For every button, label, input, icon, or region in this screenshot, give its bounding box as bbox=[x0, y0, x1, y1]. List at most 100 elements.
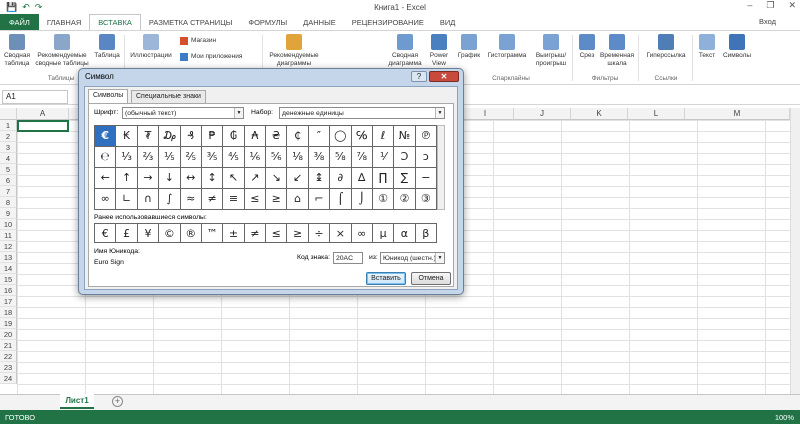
symbol-cell[interactable]: ↘ bbox=[266, 168, 288, 189]
symbol-cell[interactable]: ↕ bbox=[201, 168, 224, 189]
symbol-cell[interactable]: ⅚ bbox=[266, 147, 288, 168]
symbol-cell[interactable]: ⅝ bbox=[330, 147, 352, 168]
symbol-cell[interactable]: ≠ bbox=[201, 189, 224, 210]
timeline-button[interactable]: Временная шкала bbox=[600, 34, 634, 67]
from-select[interactable]: Юникод (шестн.) ▼ bbox=[380, 252, 445, 264]
symbol-cell[interactable]: € bbox=[95, 126, 117, 147]
row-header[interactable]: 13 bbox=[0, 252, 17, 263]
symbol-cell[interactable]: ↓ bbox=[159, 168, 181, 189]
symbol-cell[interactable]: ◯ bbox=[330, 126, 352, 147]
symbol-cell[interactable]: ″ bbox=[308, 126, 331, 147]
row-header[interactable]: 16 bbox=[0, 285, 17, 296]
symbol-cell[interactable]: ℗ bbox=[415, 126, 437, 147]
recent-symbol-cell[interactable]: © bbox=[159, 224, 181, 243]
symbol-cell[interactable]: ⅕ bbox=[159, 147, 181, 168]
symbol-cell[interactable]: ② bbox=[394, 189, 416, 210]
column-header[interactable]: K bbox=[571, 108, 628, 120]
row-header[interactable]: 7 bbox=[0, 186, 17, 197]
sparkline-line-button[interactable]: График bbox=[456, 34, 482, 60]
symbol-cell[interactable]: ⌡ bbox=[351, 189, 373, 210]
symbol-cell[interactable]: ↔ bbox=[180, 168, 202, 189]
symbol-cell[interactable]: ↨ bbox=[308, 168, 331, 189]
row-header[interactable]: 2 bbox=[0, 131, 17, 142]
recent-symbol-cell[interactable]: ≠ bbox=[244, 224, 266, 243]
column-header[interactable]: I bbox=[457, 108, 514, 120]
symbol-cell[interactable]: ⅞ bbox=[351, 147, 373, 168]
dialog-help-button[interactable]: ? bbox=[411, 71, 427, 82]
recent-symbol-cell[interactable]: ® bbox=[180, 224, 202, 243]
symbol-cell[interactable]: Ↄ bbox=[394, 147, 416, 168]
row-header[interactable]: 5 bbox=[0, 164, 17, 175]
my-apps-button[interactable]: Мои приложения bbox=[180, 53, 242, 61]
tab-page-layout[interactable]: РАЗМЕТКА СТРАНИЦЫ bbox=[141, 14, 240, 30]
symbol-cell[interactable]: ℮ bbox=[95, 147, 117, 168]
tab-file[interactable]: ФАЙЛ bbox=[0, 14, 39, 30]
row-header[interactable]: 23 bbox=[0, 362, 17, 373]
tab-formulas[interactable]: ФОРМУЛЫ bbox=[240, 14, 295, 30]
store-button[interactable]: Магазин bbox=[180, 37, 216, 45]
minimize-button[interactable]: – bbox=[747, 0, 752, 11]
restore-button[interactable]: ❐ bbox=[766, 0, 774, 11]
symbol-cell[interactable]: ∂ bbox=[330, 168, 352, 189]
column-header[interactable]: J bbox=[514, 108, 571, 120]
symbol-cell[interactable]: ⅓ bbox=[116, 147, 138, 168]
zoom-level[interactable]: 100% bbox=[775, 413, 794, 422]
row-header[interactable]: 19 bbox=[0, 318, 17, 329]
recent-symbol-cell[interactable]: × bbox=[330, 224, 352, 243]
pivot-chart-button[interactable]: Сводная диаграмма bbox=[388, 34, 422, 67]
symbol-cell[interactable]: ① bbox=[372, 189, 395, 210]
symbol-cell[interactable]: ℓ bbox=[372, 126, 395, 147]
tab-review[interactable]: РЕЦЕНЗИРОВАНИЕ bbox=[344, 14, 432, 30]
symbol-cell[interactable]: → bbox=[137, 168, 160, 189]
tab-home[interactable]: ГЛАВНАЯ bbox=[39, 14, 89, 30]
recent-symbol-cell[interactable]: α bbox=[394, 224, 416, 243]
text-button[interactable]: Текст bbox=[696, 34, 718, 60]
symbol-cell[interactable]: ₮ bbox=[137, 126, 160, 147]
power-view-button[interactable]: Power View bbox=[426, 34, 452, 67]
sheet-tab[interactable]: Лист1 bbox=[60, 394, 94, 409]
symbol-cell[interactable]: ③ bbox=[415, 189, 437, 210]
symbol-cell[interactable]: ≤ bbox=[244, 189, 266, 210]
symbol-cell[interactable]: ⅖ bbox=[180, 147, 202, 168]
row-header[interactable]: 4 bbox=[0, 153, 17, 164]
row-header[interactable]: 20 bbox=[0, 329, 17, 340]
symbol-cell[interactable]: ∩ bbox=[137, 189, 160, 210]
cancel-button[interactable]: Отмена bbox=[411, 272, 451, 285]
symbol-cell[interactable]: ↖ bbox=[223, 168, 245, 189]
row-header[interactable]: 11 bbox=[0, 230, 17, 241]
recommended-pivot-button[interactable]: Рекомендуемые сводные таблицы bbox=[34, 34, 90, 67]
symbol-cell[interactable]: ℅ bbox=[351, 126, 373, 147]
add-sheet-button[interactable]: + bbox=[112, 396, 123, 407]
illustrations-button[interactable]: Иллюстрации bbox=[128, 34, 174, 60]
row-header[interactable]: 9 bbox=[0, 208, 17, 219]
symbol-cell[interactable]: ∆ bbox=[351, 168, 373, 189]
tab-data[interactable]: ДАННЫЕ bbox=[295, 14, 344, 30]
column-header[interactable]: L bbox=[628, 108, 685, 120]
symbol-cell[interactable]: ← bbox=[95, 168, 117, 189]
symbol-cell[interactable]: ∏ bbox=[372, 168, 395, 189]
recent-symbol-cell[interactable]: ∞ bbox=[351, 224, 373, 243]
row-header[interactable]: 8 bbox=[0, 197, 17, 208]
sparkline-column-button[interactable]: Гистограмма bbox=[484, 34, 530, 60]
symbol-cell[interactable]: ⌐ bbox=[308, 189, 331, 210]
symbol-cell[interactable]: ≡ bbox=[223, 189, 245, 210]
column-header[interactable]: M bbox=[685, 108, 790, 120]
vertical-scrollbar[interactable] bbox=[790, 108, 800, 394]
recent-symbol-cell[interactable]: ≤ bbox=[266, 224, 288, 243]
symbol-cell[interactable]: ∑ bbox=[394, 168, 416, 189]
symbol-cell[interactable]: ⌂ bbox=[287, 189, 309, 210]
symbol-cell[interactable]: ↑ bbox=[116, 168, 138, 189]
symbol-cell[interactable]: ₯ bbox=[159, 126, 181, 147]
symbol-cell[interactable]: ₲ bbox=[223, 126, 245, 147]
symbol-cell[interactable]: ⅗ bbox=[201, 147, 224, 168]
hyperlink-button[interactable]: Гиперссылка bbox=[642, 34, 690, 60]
symbol-cell[interactable]: ₳ bbox=[244, 126, 266, 147]
symbol-cell[interactable]: ⅔ bbox=[137, 147, 160, 168]
row-header[interactable]: 21 bbox=[0, 340, 17, 351]
symbol-cell[interactable]: ↄ bbox=[415, 147, 437, 168]
close-button[interactable]: ✕ bbox=[788, 0, 796, 11]
symbol-cell[interactable]: ⅛ bbox=[287, 147, 309, 168]
symbol-cell[interactable]: ↗ bbox=[244, 168, 266, 189]
recommended-charts-button[interactable]: Рекомендуемые диаграммы bbox=[266, 34, 322, 67]
pivot-table-button[interactable]: Сводная таблица bbox=[2, 34, 32, 67]
